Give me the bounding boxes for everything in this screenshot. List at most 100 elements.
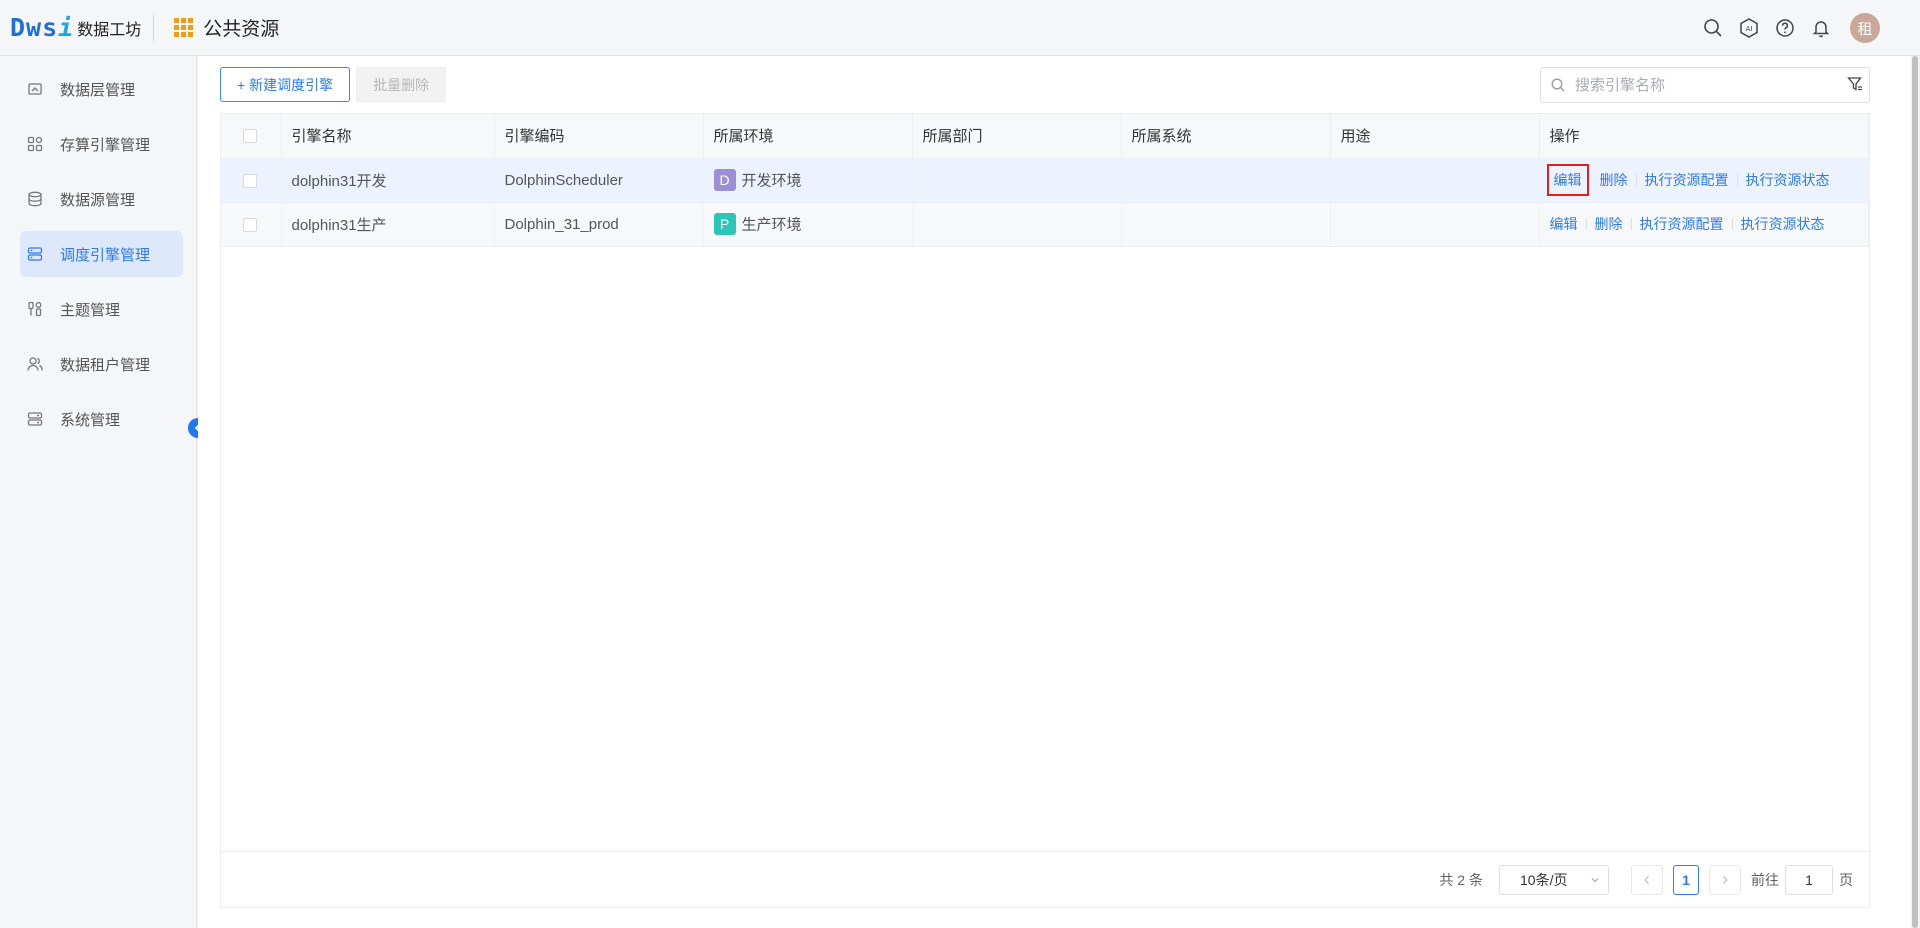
- batch-delete-button[interactable]: 批量删除: [356, 67, 447, 102]
- engine-code: DolphinScheduler: [494, 158, 704, 203]
- header-actions: AI 租: [1702, 0, 1880, 56]
- sidebar-item-label: 数据层管理: [60, 81, 136, 99]
- goto-page-input[interactable]: [1785, 864, 1833, 895]
- table-header-row: 引擎名称 引擎编码 所属环境 所属部门 所属系统 用途 操作: [221, 114, 1869, 159]
- page-scrollbar[interactable]: [1910, 56, 1920, 928]
- sidebar-item-theme[interactable]: 主题管理: [20, 286, 183, 332]
- resource-config-link[interactable]: 执行资源配置: [1637, 169, 1737, 191]
- logo-mark: Dwsi: [10, 13, 75, 42]
- sidebar-item-scheduler-engine[interactable]: 调度引擎管理: [20, 231, 183, 277]
- environment-label: 开发环境: [741, 172, 802, 190]
- scrollbar-thumb[interactable]: [1912, 56, 1918, 928]
- chevron-down-icon: [1591, 877, 1599, 882]
- page-size-value: 10条/页: [1520, 871, 1568, 888]
- sidebar-item-label: 主题管理: [60, 301, 121, 319]
- new-scheduler-engine-button[interactable]: + 新建调度引擎: [220, 67, 351, 102]
- column-header: 引擎名称: [281, 114, 495, 159]
- table-row[interactable]: dolphin31生产 Dolphin_31_prod P 生产环境 编辑 删除 …: [221, 202, 1869, 247]
- server-icon: [26, 245, 44, 263]
- page-unit-label: 页: [1839, 871, 1853, 888]
- sidebar-item-label: 数据租户管理: [60, 356, 151, 374]
- environment-cell: D 开发环境: [703, 158, 913, 203]
- column-header: 操作: [1539, 114, 1869, 159]
- search-input[interactable]: [1575, 76, 1835, 94]
- chevron-right-icon: [1723, 875, 1728, 884]
- system-icon: [26, 410, 44, 428]
- help-icon[interactable]: [1774, 17, 1796, 39]
- system: [1121, 158, 1331, 203]
- main-content: + 新建调度引擎 批量删除 引擎名称 引擎编码 所属环境 所属部门 所属系统 用: [198, 56, 1910, 928]
- sidebar-item-label: 系统管理: [60, 411, 121, 429]
- row-checkbox[interactable]: [243, 217, 257, 232]
- logo[interactable]: Dwsi 数据工坊: [10, 0, 141, 56]
- row-select-cell: [221, 202, 282, 247]
- select-all-checkbox[interactable]: [243, 129, 257, 144]
- system: [1121, 202, 1331, 247]
- column-header: 所属系统: [1121, 114, 1331, 159]
- select-all-cell: [221, 114, 282, 159]
- edit-link[interactable]: 编辑: [1546, 164, 1589, 196]
- environment-label: 生产环境: [741, 216, 802, 234]
- sidebar-item-system[interactable]: 系统管理: [20, 396, 183, 442]
- delete-link[interactable]: 删除: [1592, 169, 1636, 191]
- sidebar: 数据层管理 存算引擎管理 数据源管理 调度引擎管理 主题管理 数据租户管理 系统…: [0, 56, 197, 928]
- sidebar-item-compute-engine[interactable]: 存算引擎管理: [20, 121, 183, 167]
- sidebar-item-data-layer[interactable]: 数据层管理: [20, 66, 183, 112]
- resource-status-link[interactable]: 执行资源状态: [1738, 169, 1838, 191]
- row-checkbox[interactable]: [243, 173, 257, 188]
- table-row[interactable]: dolphin31开发 DolphinScheduler D 开发环境 编辑 删除…: [221, 158, 1869, 203]
- toolbar: + 新建调度引擎 批量删除: [220, 67, 447, 102]
- actions-cell: 编辑 删除 执行资源配置 执行资源状态: [1539, 158, 1869, 203]
- ai-assistant-icon[interactable]: AI: [1738, 17, 1760, 39]
- column-header: 所属环境: [703, 114, 913, 159]
- bell-icon[interactable]: [1810, 17, 1832, 39]
- search-box: [1540, 67, 1870, 103]
- prev-page-button[interactable]: [1631, 864, 1663, 895]
- apps-grid-icon[interactable]: [174, 18, 194, 37]
- page-number-button[interactable]: 1: [1673, 864, 1699, 895]
- total-count: 共 2 条: [1439, 871, 1483, 888]
- sidebar-item-tenant[interactable]: 数据租户管理: [20, 341, 183, 387]
- layers-icon: [26, 80, 44, 98]
- next-page-button[interactable]: [1709, 864, 1741, 895]
- svg-text:AI: AI: [1746, 25, 1753, 33]
- department: [912, 158, 1122, 203]
- avatar[interactable]: 租: [1850, 13, 1880, 43]
- resource-status-link[interactable]: 执行资源状态: [1733, 213, 1833, 235]
- page-size-select[interactable]: 10条/页: [1499, 864, 1609, 895]
- environment-cell: P 生产环境: [703, 202, 913, 247]
- actions-cell: 编辑 删除 执行资源配置 执行资源状态: [1539, 202, 1869, 247]
- header-divider: [153, 14, 155, 41]
- search-icon[interactable]: [1702, 17, 1724, 39]
- department: [912, 202, 1122, 247]
- usage: [1330, 158, 1540, 203]
- env-badge: D: [713, 169, 736, 191]
- database-icon: [26, 190, 44, 208]
- pagination: 共 2 条 10条/页 1 前往 页: [221, 851, 1869, 907]
- search-icon: [1551, 78, 1565, 92]
- column-header: 引擎编码: [494, 114, 704, 159]
- delete-link[interactable]: 删除: [1587, 213, 1631, 235]
- usage: [1330, 202, 1540, 247]
- users-icon: [26, 355, 44, 373]
- column-header: 用途: [1330, 114, 1540, 159]
- engine-name: dolphin31开发: [281, 158, 495, 203]
- column-header: 所属部门: [912, 114, 1122, 159]
- app-title: 公共资源: [203, 19, 280, 40]
- tools-icon: [26, 300, 44, 318]
- row-select-cell: [221, 158, 282, 203]
- sidebar-item-datasource[interactable]: 数据源管理: [20, 176, 183, 222]
- engine-table: 引擎名称 引擎编码 所属环境 所属部门 所属系统 用途 操作 dolphin31…: [220, 113, 1870, 908]
- sidebar-item-label: 调度引擎管理: [60, 246, 151, 264]
- sidebar-item-label: 数据源管理: [60, 191, 136, 209]
- filter-icon[interactable]: [1847, 76, 1863, 97]
- grid-icon: [26, 135, 44, 153]
- logo-text: 数据工坊: [77, 21, 142, 39]
- chevron-left-icon: [1644, 875, 1649, 884]
- env-badge: P: [713, 213, 736, 235]
- engine-code: Dolphin_31_prod: [494, 202, 704, 247]
- resource-config-link[interactable]: 执行资源配置: [1632, 213, 1732, 235]
- engine-name: dolphin31生产: [281, 202, 495, 247]
- sidebar-item-label: 存算引擎管理: [60, 136, 151, 154]
- edit-link[interactable]: 编辑: [1550, 213, 1586, 235]
